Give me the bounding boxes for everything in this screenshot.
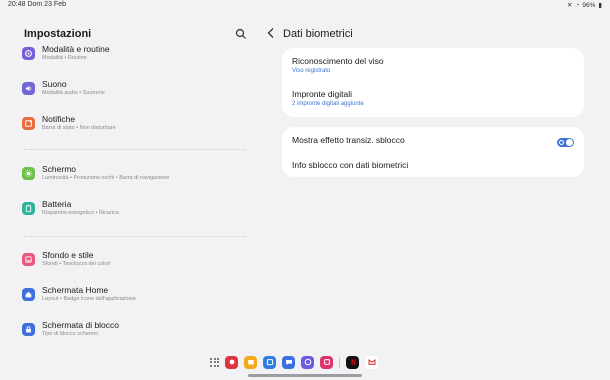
settings-item-label: Sfondo e stile xyxy=(42,250,94,260)
page-title: Dati biometrici xyxy=(283,28,353,40)
fingerprints-row[interactable]: Impronte digitali 2 impronte digitali ag… xyxy=(282,82,584,117)
routine-icon xyxy=(22,47,35,60)
biometric-info-row[interactable]: Info sblocco con dati biometrici xyxy=(282,152,584,177)
settings-item-schermata-di-blocco[interactable]: Schermata di blocco Tipo di blocco scherm… xyxy=(20,320,250,350)
gesture-home-bar[interactable] xyxy=(248,374,362,377)
dock-app-netflix[interactable] xyxy=(346,355,359,369)
messaggi-icon xyxy=(285,360,292,365)
file-icon xyxy=(247,360,254,365)
settings-item-sfondo-e-stile[interactable]: Sfondo e stile Sfondi • Tavolozza dei col… xyxy=(20,250,250,280)
settings-item-notifiche[interactable]: Notifiche Barra di stato • Non disturbare xyxy=(20,114,250,144)
taskbar-dock xyxy=(210,354,378,370)
wifi-icon: ◔ xyxy=(575,1,580,9)
settings-item-label: Batteria xyxy=(42,199,72,209)
internet-icon xyxy=(304,358,311,366)
menu-divider xyxy=(24,236,246,237)
fingerprints-label: Impronte digitali xyxy=(292,89,353,99)
apps-drawer-icon[interactable] xyxy=(210,357,219,367)
settings-item-subtitle: Layout • Badge icone dell'applicazione xyxy=(42,296,136,302)
status-icons: ✕ ◔ 96% ▮ xyxy=(567,1,602,10)
settings-item-label: Schermata Home xyxy=(42,285,109,295)
settings-item-subtitle: Modalità audio • Suonerie xyxy=(42,90,105,96)
dock-app-galleria-2[interactable] xyxy=(320,355,333,369)
settings-item-schermata-home[interactable]: Schermata Home Layout • Badge icone dell'… xyxy=(20,285,250,315)
dock-separator xyxy=(339,356,340,368)
biometrics-card: Riconoscimento del viso Viso registrato … xyxy=(282,48,584,117)
wallpaper-icon xyxy=(22,253,35,266)
settings-item-label: Modalità e routine xyxy=(42,44,110,54)
dock-app-file[interactable] xyxy=(244,355,257,369)
toggle-on-indicator xyxy=(559,140,564,145)
battery-icon: ▮ xyxy=(598,2,602,9)
home-icon xyxy=(22,288,35,301)
settings-item-label: Suono xyxy=(42,79,67,89)
unlock-transition-row[interactable]: Mostra effetto transiz. sblocco xyxy=(282,127,584,152)
battery-level: 96% xyxy=(582,1,596,9)
settings-item-label: Schermo xyxy=(42,164,77,174)
galleria-icon xyxy=(229,359,234,365)
settings-item-modalit-e-routine[interactable]: Modalità e routine Modalità • Routine xyxy=(20,44,250,74)
status-bar: 20:48 Dom 23 Feb ✕ ◔ 96% ▮ xyxy=(0,0,610,12)
gmail-icon xyxy=(368,359,375,365)
settings-item-label: Notifiche xyxy=(42,114,76,124)
settings-item-label: Schermata di blocco xyxy=(42,320,120,330)
dock-app-messaggi[interactable] xyxy=(282,355,295,369)
dock-app-galleria[interactable] xyxy=(225,355,238,369)
unlock-options-card: Mostra effetto transiz. sblocco Info sbl… xyxy=(282,127,584,177)
fingerprints-status: 2 impronte digitali aggiunte xyxy=(292,101,364,107)
mute-icon: ✕ xyxy=(567,2,573,9)
lock-icon xyxy=(22,323,35,336)
dock-app-internet[interactable] xyxy=(301,355,314,369)
sound-icon xyxy=(22,82,35,95)
back-icon[interactable] xyxy=(266,27,276,39)
settings-item-subtitle: Modalità • Routine xyxy=(42,55,87,61)
face-recognition-label: Riconoscimento del viso xyxy=(292,56,384,66)
calendario-icon xyxy=(266,359,273,366)
biometric-info-label: Info sblocco con dati biometrici xyxy=(292,160,409,170)
toggle-knob xyxy=(566,139,573,146)
settings-item-suono[interactable]: Suono Modalità audio • Suonerie xyxy=(20,79,250,109)
menu-divider xyxy=(24,149,246,150)
settings-title: Impostazioni xyxy=(24,28,92,40)
settings-item-subtitle: Risparmio energetico • Ricarica xyxy=(42,210,119,216)
netflix-icon xyxy=(351,359,355,365)
settings-item-batteria[interactable]: Batteria Risparmio energetico • Ricarica xyxy=(20,199,250,229)
face-recognition-row[interactable]: Riconoscimento del viso Viso registrato xyxy=(282,48,584,82)
galleria-2-icon xyxy=(323,359,330,365)
settings-item-schermo[interactable]: Schermo Luminosità • Protezione occhi • B… xyxy=(20,164,250,194)
battery-icon xyxy=(22,202,35,215)
settings-item-subtitle: Sfondi • Tavolozza dei colori xyxy=(42,261,111,267)
search-icon[interactable] xyxy=(235,28,247,40)
settings-item-subtitle: Barra di stato • Non disturbare xyxy=(42,125,116,131)
display-icon xyxy=(22,167,35,180)
dock-app-calendario[interactable] xyxy=(263,355,276,369)
settings-item-subtitle: Tipo di blocco schermo xyxy=(42,331,99,337)
status-time-date: 20:48 Dom 23 Feb xyxy=(8,1,66,8)
settings-item-subtitle: Luminosità • Protezione occhi • Barra di… xyxy=(42,175,170,181)
unlock-transition-toggle[interactable] xyxy=(557,138,574,147)
unlock-transition-label: Mostra effetto transiz. sblocco xyxy=(292,135,405,145)
dock-app-gmail[interactable] xyxy=(365,355,378,369)
notifications-icon xyxy=(22,117,35,130)
face-recognition-status: Viso registrato xyxy=(292,68,331,74)
